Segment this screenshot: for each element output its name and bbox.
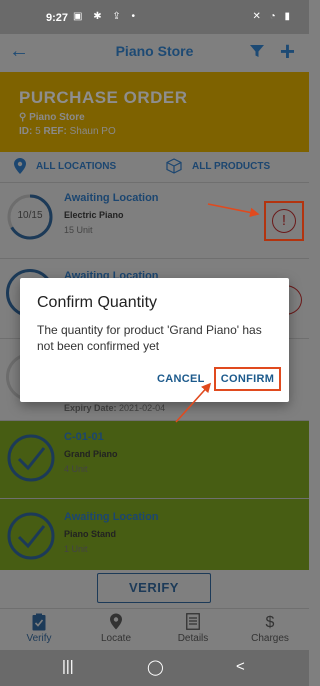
nav-details[interactable]: Details: [163, 613, 223, 644]
nav-verify[interactable]: Verify: [9, 613, 69, 644]
item-status: Awaiting Location: [64, 511, 159, 523]
order-reference: ID: 5 REF: Shaun PO: [19, 126, 116, 137]
order-store-name: Piano Store: [29, 112, 85, 123]
app-bar: ← Piano Store +: [0, 34, 309, 70]
user-icon: ⚲: [19, 112, 30, 123]
item-quantity: 1 Unit: [64, 544, 88, 554]
item-quantity: 15 Unit: [64, 225, 93, 235]
item-name: Piano Stand: [64, 529, 117, 539]
order-id-label: ID:: [19, 126, 33, 137]
clipboard-check-icon: [9, 613, 69, 633]
order-store: ⚲ Piano Store: [19, 112, 85, 123]
nav-charges[interactable]: $ Charges: [240, 613, 300, 644]
order-ref-value: Shaun PO: [69, 126, 116, 137]
status-time: 9:27: [46, 12, 69, 24]
bottom-nav: Verify Locate Details $ Charges: [0, 608, 309, 650]
list-item[interactable]: Awaiting Location Piano Stand 1 Unit: [0, 498, 309, 570]
item-quantity: 4 Unit: [64, 464, 88, 474]
document-icon: [163, 613, 223, 633]
status-bar: 9:27 ▣ ✱ ⇪ • ✕ ◔ ▮: [0, 0, 309, 34]
box-icon: [166, 158, 182, 174]
filter-icon[interactable]: [249, 43, 265, 59]
expiry-date: Expiry Date: 2021-02-04: [64, 403, 165, 413]
nav-details-label: Details: [177, 633, 209, 644]
order-title: PURCHASE ORDER: [19, 88, 188, 107]
all-products-filter[interactable]: ALL PRODUCTS: [166, 158, 270, 174]
item-status: Awaiting Location: [64, 192, 159, 204]
plus-icon[interactable]: +: [280, 36, 295, 67]
dollar-icon: $: [265, 614, 275, 631]
list-item[interactable]: 10/15 Awaiting Location Electric Piano 1…: [0, 182, 309, 258]
confirm-button[interactable]: CONFIRM: [214, 367, 281, 391]
all-products-label: ALL PRODUCTS: [192, 160, 271, 172]
location-pin-icon: [86, 613, 146, 633]
verify-button[interactable]: VERIFY: [97, 573, 211, 603]
cancel-button[interactable]: CANCEL: [157, 373, 205, 385]
order-ref-label: REF:: [43, 126, 67, 137]
item-location: C-01-01: [64, 431, 104, 443]
verify-area: VERIFY: [0, 570, 309, 608]
all-locations-label: ALL LOCATIONS: [36, 160, 117, 172]
nav-charges-label: Charges: [251, 633, 289, 644]
nav-locate-label: Locate: [100, 633, 132, 644]
system-nav-bar: ||| ◯ <: [0, 650, 309, 686]
exclamation-icon[interactable]: !: [272, 209, 296, 233]
item-name: Grand Piano: [64, 449, 118, 459]
notification-icons: ▣ ✱ ⇪ •: [73, 11, 140, 22]
item-name: Electric Piano: [64, 210, 124, 220]
expiry-label: Expiry Date:: [64, 403, 117, 413]
all-locations-filter[interactable]: ALL LOCATIONS: [14, 158, 116, 174]
dialog-message: The quantity for product 'Grand Piano' h…: [37, 323, 262, 353]
filter-row: ALL LOCATIONS ALL PRODUCTS: [0, 152, 309, 182]
check-circle-icon: [7, 512, 55, 560]
list-item[interactable]: C-01-01 Grand Piano 4 Unit: [0, 420, 309, 498]
purchase-order-header: PURCHASE ORDER ⚲ Piano Store ID: 5 REF: …: [0, 72, 309, 152]
dialog-title: Confirm Quantity: [37, 294, 158, 311]
system-status-icons: ✕ ◔ ▮: [252, 11, 293, 22]
nav-locate[interactable]: Locate: [86, 613, 146, 644]
unconfirmed-alert-highlight: !: [264, 201, 304, 241]
confirm-quantity-dialog: Confirm Quantity The quantity for produc…: [20, 278, 289, 402]
location-pin-icon: [14, 158, 26, 174]
order-id-value: 5: [35, 126, 41, 137]
expiry-value: 2021-02-04: [119, 403, 166, 413]
recent-apps-icon[interactable]: |||: [62, 658, 74, 675]
system-back-icon[interactable]: <: [236, 658, 245, 675]
home-icon[interactable]: ◯: [147, 658, 164, 676]
nav-verify-label: Verify: [26, 633, 52, 644]
check-circle-icon: [7, 434, 55, 482]
progress-count: 10/15: [17, 210, 43, 221]
